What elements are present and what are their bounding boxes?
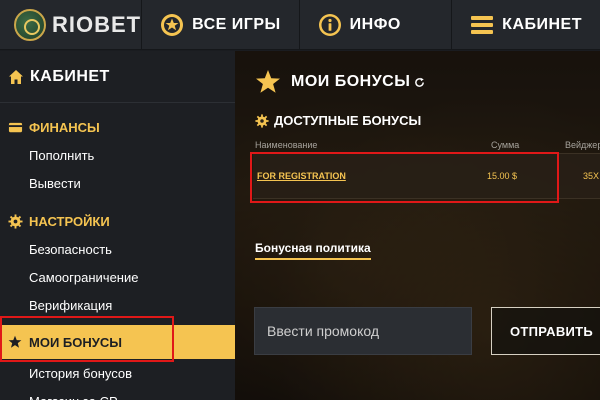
nav-info[interactable]: ИНФО bbox=[300, 0, 453, 50]
gear-icon bbox=[8, 213, 23, 229]
column-header-name: Наименование bbox=[255, 140, 318, 150]
column-header-wager: Вейджер bbox=[565, 140, 600, 150]
sidebar: КАБИНЕТ ФИНАНСЫ Пополнить Вывести НАСТРО bbox=[0, 51, 235, 400]
sidebar-section-finance[interactable]: ФИНАНСЫ bbox=[0, 113, 235, 141]
sidebar-item-deposit[interactable]: Пополнить bbox=[0, 141, 235, 169]
bonus-policy-link[interactable]: Бонусная политика bbox=[255, 241, 371, 260]
sidebar-section-finance-label: ФИНАНСЫ bbox=[29, 119, 100, 135]
logo-text: RIOBET bbox=[52, 12, 142, 37]
home-icon bbox=[9, 69, 23, 84]
column-header-sum: Сумма bbox=[491, 140, 520, 150]
main-content: МОИ БОНУСЫ ДОСТУПНЫЕ БОНУСЫ Наименование… bbox=[235, 51, 600, 400]
info-icon bbox=[318, 14, 341, 36]
logo[interactable]: RIOBET bbox=[0, 0, 143, 50]
available-bonuses-label: ДОСТУПНЫЕ БОНУСЫ bbox=[274, 113, 422, 128]
star-chip-icon bbox=[161, 14, 184, 36]
sidebar-item-withdraw[interactable]: Вывести bbox=[0, 169, 235, 197]
page-title-label: МОИ БОНУСЫ bbox=[291, 73, 411, 90]
sidebar-section-settings-label: НАСТРОЙКИ bbox=[29, 213, 110, 229]
sidebar-section-settings[interactable]: НАСТРОЙКИ bbox=[0, 207, 235, 235]
sidebar-item-verification[interactable]: Верификация bbox=[0, 291, 235, 319]
star-icon bbox=[256, 70, 280, 93]
sidebar-item-security[interactable]: Безопасность bbox=[0, 235, 235, 263]
top-navbar: RIOBET ВСЕ ИГРЫ ИНФО КАБИНЕТ bbox=[0, 0, 600, 50]
promo-code-input[interactable] bbox=[254, 307, 472, 355]
nav-cabinet[interactable]: КАБИНЕТ bbox=[452, 0, 600, 50]
logo-chip-icon bbox=[14, 9, 46, 41]
sidebar-title-label: КАБИНЕТ bbox=[30, 67, 110, 85]
bonus-wager: 35X bbox=[583, 171, 600, 181]
nav-info-label: ИНФО bbox=[349, 16, 401, 33]
nav-all-games[interactable]: ВСЕ ИГРЫ bbox=[142, 0, 300, 50]
refresh-icon[interactable] bbox=[414, 77, 425, 88]
sidebar-item-my-bonuses[interactable]: МОИ БОНУСЫ bbox=[0, 325, 235, 359]
nav-cabinet-label: КАБИНЕТ bbox=[502, 16, 582, 33]
page-title: МОИ БОНУСЫ bbox=[255, 69, 425, 95]
send-promo-button[interactable]: ОТПРАВИТЬ bbox=[491, 307, 600, 355]
gear-icon bbox=[255, 113, 269, 128]
credit-card-icon bbox=[8, 122, 23, 132]
sidebar-item-my-bonuses-label: МОИ БОНУСЫ bbox=[29, 334, 122, 350]
available-bonuses-title: ДОСТУПНЫЕ БОНУСЫ bbox=[255, 113, 421, 128]
hamburger-menu-icon bbox=[471, 16, 494, 34]
sidebar-item-cp-shop[interactable]: Магазин за CP bbox=[0, 387, 235, 400]
nav-all-games-label: ВСЕ ИГРЫ bbox=[192, 16, 281, 33]
sidebar-title: КАБИНЕТ bbox=[0, 51, 235, 103]
star-icon bbox=[8, 335, 22, 348]
bonus-sum: 15.00 $ bbox=[487, 171, 518, 181]
bonus-name-link[interactable]: FOR REGISTRATION bbox=[257, 171, 346, 181]
sidebar-item-bonus-history[interactable]: История бонусов bbox=[0, 359, 235, 387]
sidebar-item-self-limit[interactable]: Самоограничение bbox=[0, 263, 235, 291]
